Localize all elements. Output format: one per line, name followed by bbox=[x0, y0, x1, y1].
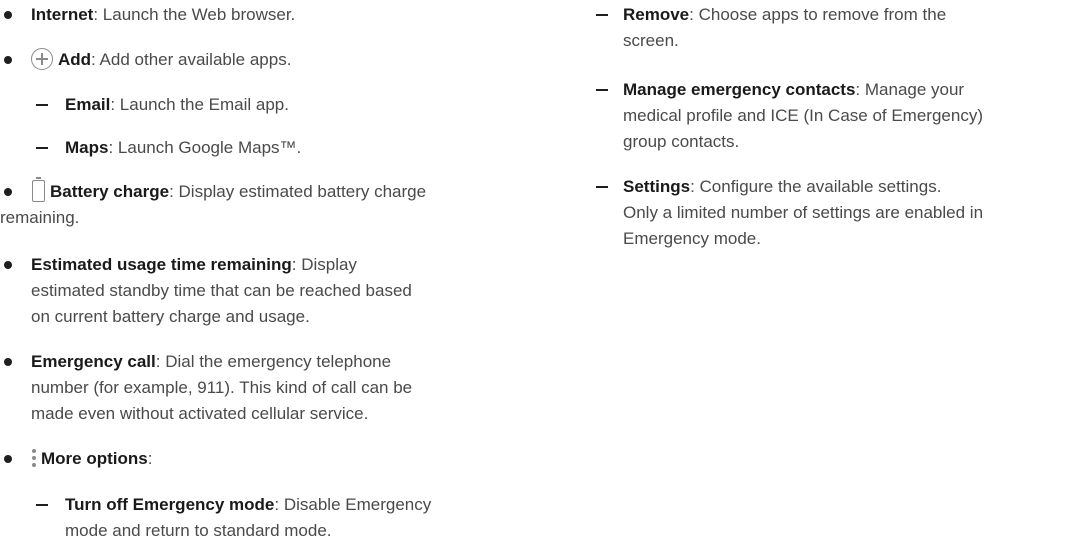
desc-settings-3: Emergency mode. bbox=[623, 229, 761, 248]
list-item-internet: Internet: Launch the Web browser. bbox=[0, 2, 560, 28]
bullet-marker bbox=[4, 188, 12, 196]
bullet-marker bbox=[4, 11, 12, 19]
term-usage: Estimated usage time remaining bbox=[31, 255, 292, 274]
desc-emergency-call-1: : Dial the emergency telephone bbox=[155, 352, 392, 371]
battery-icon bbox=[32, 176, 45, 202]
plus-circle-icon bbox=[31, 48, 53, 71]
term-maps: Maps bbox=[65, 138, 109, 157]
list-item-more-options: More options: bbox=[0, 446, 560, 472]
desc-manage-contacts-1: : Manage your bbox=[855, 80, 965, 99]
desc-usage-3: on current battery charge and usage. bbox=[31, 307, 310, 326]
desc-turn-off-2: mode and return to standard mode. bbox=[65, 521, 332, 540]
list-item-battery: Battery charge: Display estimated batter… bbox=[0, 176, 560, 231]
dash-marker bbox=[36, 147, 48, 149]
term-emergency-call: Emergency call bbox=[31, 352, 156, 371]
desc-manage-contacts-3: group contacts. bbox=[623, 132, 740, 151]
bullet-marker bbox=[4, 261, 12, 269]
manual-page: Internet: Launch the Web browser. Add: A… bbox=[0, 0, 1074, 551]
desc-settings-1: : Configure the available settings. bbox=[690, 177, 942, 196]
term-turn-off: Turn off Emergency mode bbox=[65, 495, 275, 514]
term-remove: Remove bbox=[623, 5, 690, 24]
list-item-add: Add: Add other available apps. bbox=[0, 47, 560, 73]
desc-more-options: : bbox=[147, 449, 153, 468]
desc-add: : Add other available apps. bbox=[91, 50, 292, 69]
term-manage-contacts: Manage emergency contacts bbox=[623, 80, 856, 99]
desc-email: : Launch the Email app. bbox=[110, 95, 289, 114]
term-add: Add bbox=[58, 50, 92, 69]
desc-maps: : Launch Google Maps™. bbox=[108, 138, 302, 157]
list-item-email: Email: Launch the Email app. bbox=[0, 92, 560, 118]
desc-internet: : Launch the Web browser. bbox=[93, 5, 296, 24]
desc-remove-1: : Choose apps to remove from the bbox=[689, 5, 947, 24]
dash-marker bbox=[596, 186, 608, 188]
desc-manage-contacts-2: medical profile and ICE (In Case of Emer… bbox=[623, 106, 983, 125]
bullet-marker bbox=[4, 56, 12, 64]
bullet-marker bbox=[4, 358, 12, 366]
desc-usage-1: : Display bbox=[291, 255, 357, 274]
list-item-turn-off: Turn off Emergency mode: Disable Emergen… bbox=[0, 492, 560, 544]
term-internet: Internet bbox=[31, 5, 94, 24]
dash-marker bbox=[596, 89, 608, 91]
list-item-settings: Settings: Configure the available settin… bbox=[594, 174, 1074, 252]
desc-emergency-call-3: made even without activated cellular ser… bbox=[31, 404, 369, 423]
desc-battery-2: remaining. bbox=[0, 208, 80, 227]
dash-marker bbox=[36, 504, 48, 506]
list-item-manage-contacts: Manage emergency contacts: Manage your m… bbox=[594, 77, 1074, 155]
desc-settings-2: Only a limited number of settings are en… bbox=[623, 203, 984, 222]
list-item-usage: Estimated usage time remaining: Display … bbox=[0, 252, 560, 330]
dash-marker bbox=[596, 14, 608, 16]
list-item-emergency-call: Emergency call: Dial the emergency telep… bbox=[0, 349, 560, 427]
term-battery: Battery charge bbox=[50, 182, 170, 201]
list-item-remove: Remove: Choose apps to remove from the s… bbox=[594, 2, 1074, 54]
term-settings: Settings bbox=[623, 177, 691, 196]
desc-battery-1: : Display estimated battery charge bbox=[169, 182, 427, 201]
list-item-maps: Maps: Launch Google Maps™. bbox=[0, 135, 560, 161]
term-more-options: More options bbox=[41, 449, 148, 468]
desc-remove-2: screen. bbox=[623, 31, 679, 50]
bullet-marker bbox=[4, 455, 12, 463]
desc-turn-off-1: : Disable Emergency bbox=[274, 495, 432, 514]
desc-usage-2: estimated standby time that can be reach… bbox=[31, 281, 412, 300]
more-options-icon bbox=[31, 448, 37, 468]
term-email: Email bbox=[65, 95, 111, 114]
desc-emergency-call-2: number (for example, 911). This kind of … bbox=[31, 378, 413, 397]
dash-marker bbox=[36, 104, 48, 106]
